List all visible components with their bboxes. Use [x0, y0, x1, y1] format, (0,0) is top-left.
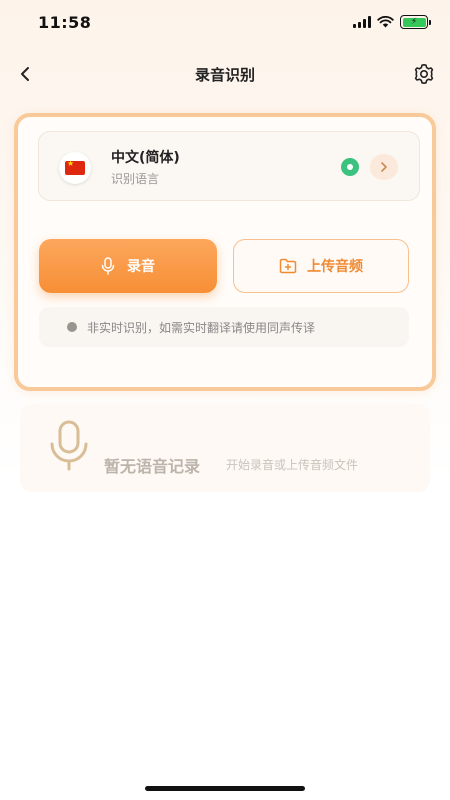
home-indicator	[145, 786, 305, 791]
mic-icon	[50, 420, 88, 471]
empty-state: 暂无语音记录 开始录音或上传音频文件	[20, 404, 430, 492]
status-time: 11:58	[38, 13, 92, 32]
page-title: 录音识别	[194, 66, 255, 84]
battery-icon: ⚡	[400, 15, 431, 29]
chevron-right-icon	[381, 162, 387, 172]
language-name: 中文(简体)	[111, 150, 180, 166]
mic-icon	[101, 257, 115, 275]
status-bar: 11:58 ⚡	[0, 0, 450, 44]
upload-audio-button[interactable]: 上传音频	[233, 239, 409, 293]
record-label: 录音	[127, 259, 155, 275]
upload-label: 上传音频	[307, 259, 363, 275]
notice-text: 非实时识别，如需实时翻译请使用同声传译	[87, 320, 316, 335]
status-dot-icon	[341, 158, 359, 176]
notice-bar: 非实时识别，如需实时翻译请使用同声传译	[39, 307, 409, 347]
wifi-icon	[377, 16, 394, 28]
empty-subtitle: 开始录音或上传音频文件	[226, 458, 359, 472]
folder-plus-icon	[279, 258, 297, 274]
signal-icon	[353, 16, 371, 28]
language-subtitle: 识别语言	[111, 172, 160, 186]
recognition-card: 中文(简体) 识别语言 录音 上传音频 非实时识别，如需实时翻译请使用同声传译	[14, 113, 436, 391]
gear-icon[interactable]	[412, 62, 436, 86]
china-flag-icon	[59, 152, 91, 184]
language-chevron-button[interactable]	[370, 154, 398, 180]
info-icon	[67, 322, 77, 332]
record-button[interactable]: 录音	[39, 239, 217, 293]
empty-title: 暂无语音记录	[104, 457, 201, 476]
status-icons: ⚡	[353, 15, 431, 29]
language-selector[interactable]: 中文(简体) 识别语言	[38, 131, 420, 201]
nav-bar: 录音识别	[0, 58, 450, 90]
